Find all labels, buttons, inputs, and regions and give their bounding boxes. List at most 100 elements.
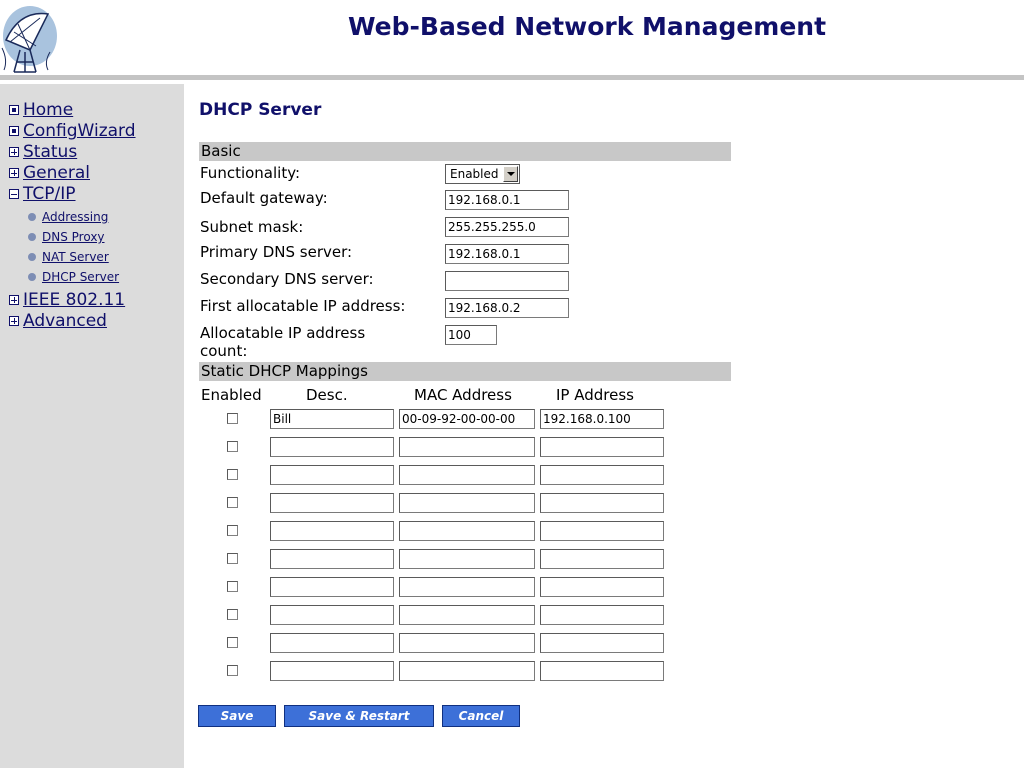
mapping-enabled-checkbox[interactable] bbox=[227, 553, 238, 564]
mapping-ip-input[interactable] bbox=[540, 661, 664, 681]
mapping-desc-input[interactable] bbox=[270, 661, 394, 681]
secondary-dns-label: Secondary DNS server: bbox=[200, 270, 374, 288]
mapping-ip-input[interactable] bbox=[540, 633, 664, 653]
mapping-mac-input[interactable] bbox=[399, 577, 535, 597]
mapping-desc-input[interactable] bbox=[270, 549, 394, 569]
mapping-mac-input[interactable] bbox=[399, 465, 535, 485]
mapping-ip-input[interactable] bbox=[540, 409, 664, 429]
sidebar-subitem-label[interactable]: DHCP Server bbox=[42, 270, 119, 284]
mapping-enabled-checkbox[interactable] bbox=[227, 637, 238, 648]
functionality-select[interactable]: Enabled bbox=[445, 164, 520, 184]
section-label: Static DHCP Mappings bbox=[201, 362, 368, 380]
mapping-desc-input[interactable] bbox=[270, 409, 394, 429]
column-header-ip: IP Address bbox=[556, 386, 634, 404]
mapping-mac-input[interactable] bbox=[399, 633, 535, 653]
mapping-enabled-checkbox[interactable] bbox=[227, 441, 238, 452]
sidebar-item-advanced[interactable]: Advanced bbox=[9, 311, 107, 331]
mapping-desc-input[interactable] bbox=[270, 521, 394, 541]
mapping-mac-input[interactable] bbox=[399, 521, 535, 541]
sidebar-subitem-addressing[interactable]: Addressing bbox=[28, 209, 108, 225]
sidebar-item-general[interactable]: General bbox=[9, 163, 90, 183]
sidebar-subitem-dns-proxy[interactable]: DNS Proxy bbox=[28, 229, 105, 245]
mapping-ip-input[interactable] bbox=[540, 605, 664, 625]
plus-box-icon[interactable] bbox=[9, 147, 19, 157]
plus-box-icon[interactable] bbox=[9, 295, 19, 305]
mapping-desc-input[interactable] bbox=[270, 577, 394, 597]
functionality-label: Functionality: bbox=[200, 164, 301, 182]
mapping-mac-input[interactable] bbox=[399, 493, 535, 513]
bullet-icon bbox=[28, 213, 36, 221]
logo bbox=[0, 0, 135, 76]
sidebar-subitem-label[interactable]: Addressing bbox=[42, 210, 108, 224]
sidebar-item-label[interactable]: Home bbox=[23, 100, 73, 120]
subnet-mask-input[interactable] bbox=[445, 217, 569, 237]
mapping-enabled-checkbox[interactable] bbox=[227, 413, 238, 424]
bullet-icon bbox=[28, 253, 36, 261]
sidebar-subitem-label[interactable]: DNS Proxy bbox=[42, 230, 105, 244]
mapping-desc-input[interactable] bbox=[270, 605, 394, 625]
secondary-dns-input[interactable] bbox=[445, 271, 569, 291]
minus-box-icon[interactable] bbox=[9, 189, 19, 199]
sidebar-item-label[interactable]: TCP/IP bbox=[23, 184, 76, 204]
mapping-enabled-checkbox[interactable] bbox=[227, 665, 238, 676]
mapping-desc-input[interactable] bbox=[270, 437, 394, 457]
mapping-enabled-checkbox[interactable] bbox=[227, 469, 238, 480]
mapping-mac-input[interactable] bbox=[399, 661, 535, 681]
mapping-enabled-checkbox[interactable] bbox=[227, 497, 238, 508]
default-gateway-input[interactable] bbox=[445, 190, 569, 210]
mapping-desc-input[interactable] bbox=[270, 633, 394, 653]
mapping-ip-input[interactable] bbox=[540, 465, 664, 485]
plus-box-icon[interactable] bbox=[9, 316, 19, 326]
first-ip-label: First allocatable IP address: bbox=[200, 297, 406, 315]
site-title: Web-Based Network Management bbox=[348, 12, 827, 41]
column-header-mac: MAC Address bbox=[414, 386, 512, 404]
section-label: Basic bbox=[201, 142, 241, 160]
save-restart-button[interactable]: Save & Restart bbox=[284, 705, 434, 727]
subnet-mask-label: Subnet mask: bbox=[200, 218, 304, 236]
mapping-ip-input[interactable] bbox=[540, 577, 664, 597]
cancel-button[interactable]: Cancel bbox=[442, 705, 520, 727]
sidebar-item-status[interactable]: Status bbox=[9, 142, 77, 162]
mapping-desc-input[interactable] bbox=[270, 493, 394, 513]
mapping-desc-input[interactable] bbox=[270, 465, 394, 485]
section-header-static-mappings: Static DHCP Mappings bbox=[199, 362, 731, 381]
mapping-mac-input[interactable] bbox=[399, 409, 535, 429]
dot-box-icon bbox=[9, 105, 19, 115]
sidebar-subitem-dhcp-server[interactable]: DHCP Server bbox=[28, 269, 119, 285]
bullet-icon bbox=[28, 233, 36, 241]
header: Web-Based Network Management bbox=[0, 0, 1024, 76]
sidebar-subitem-label[interactable]: NAT Server bbox=[42, 250, 109, 264]
sidebar-item-tcpip[interactable]: TCP/IP bbox=[9, 184, 76, 204]
mapping-ip-input[interactable] bbox=[540, 493, 664, 513]
mapping-ip-input[interactable] bbox=[540, 521, 664, 541]
sidebar-item-label[interactable]: Advanced bbox=[23, 311, 107, 331]
sidebar-item-label[interactable]: ConfigWizard bbox=[23, 121, 136, 141]
mapping-mac-input[interactable] bbox=[399, 549, 535, 569]
sidebar-item-label[interactable]: IEEE 802.11 bbox=[23, 290, 125, 310]
sidebar-item-label[interactable]: Status bbox=[23, 142, 77, 162]
header-divider bbox=[0, 75, 1024, 80]
mapping-ip-input[interactable] bbox=[540, 549, 664, 569]
page-title: DHCP Server bbox=[199, 100, 322, 120]
ip-count-input[interactable] bbox=[445, 325, 497, 345]
mapping-enabled-checkbox[interactable] bbox=[227, 609, 238, 620]
plus-box-icon[interactable] bbox=[9, 168, 19, 178]
sidebar-item-home[interactable]: Home bbox=[9, 100, 73, 120]
column-header-enabled: Enabled bbox=[201, 386, 262, 404]
mapping-enabled-checkbox[interactable] bbox=[227, 581, 238, 592]
save-button[interactable]: Save bbox=[198, 705, 276, 727]
functionality-select-value: Enabled bbox=[450, 167, 499, 181]
primary-dns-input[interactable] bbox=[445, 244, 569, 264]
mapping-mac-input[interactable] bbox=[399, 437, 535, 457]
primary-dns-label: Primary DNS server: bbox=[200, 243, 353, 261]
mapping-enabled-checkbox[interactable] bbox=[227, 525, 238, 536]
sidebar-item-label[interactable]: General bbox=[23, 163, 90, 183]
sidebar-item-ieee80211[interactable]: IEEE 802.11 bbox=[9, 290, 125, 310]
chevron-down-icon[interactable] bbox=[503, 166, 518, 182]
mapping-mac-input[interactable] bbox=[399, 605, 535, 625]
sidebar-item-configwizard[interactable]: ConfigWizard bbox=[9, 121, 136, 141]
sidebar-subitem-nat-server[interactable]: NAT Server bbox=[28, 249, 109, 265]
first-ip-input[interactable] bbox=[445, 298, 569, 318]
mapping-ip-input[interactable] bbox=[540, 437, 664, 457]
dot-box-icon bbox=[9, 126, 19, 136]
